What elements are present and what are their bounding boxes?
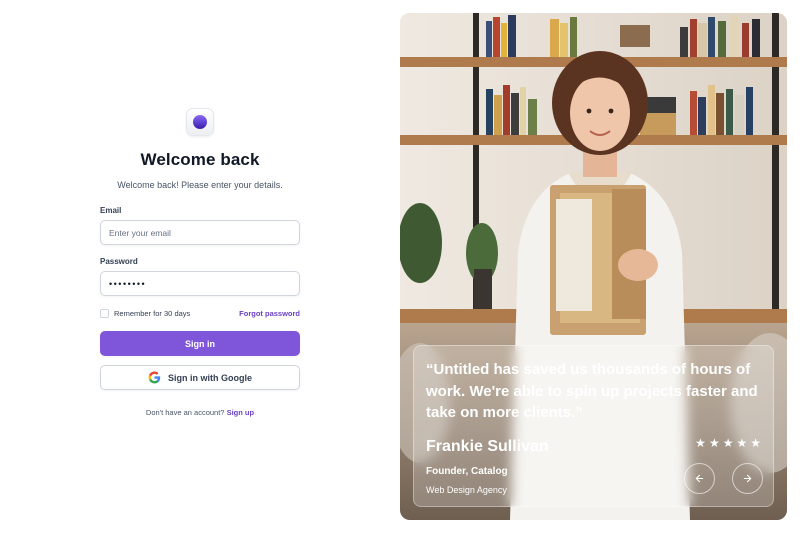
google-icon	[148, 371, 161, 384]
rating-stars: ★ ★ ★ ★ ★	[695, 437, 761, 449]
forgot-password-link[interactable]: Forgot password	[239, 309, 300, 318]
page-subtitle: Welcome back! Please enter your details.	[117, 180, 283, 190]
arrow-left-icon	[695, 474, 704, 483]
arrow-right-icon	[743, 474, 752, 483]
sign-up-link[interactable]: Sign up	[227, 408, 255, 417]
testimonial-company: Web Design Agency	[426, 485, 507, 495]
star-icon: ★	[708, 436, 720, 450]
signup-prompt-text: Don't have an account?	[145, 408, 225, 417]
password-label: Password	[100, 257, 138, 266]
star-icon: ★	[736, 436, 748, 450]
google-sign-in-label: Sign in with Google	[168, 372, 252, 383]
testimonial-card: “Untitled has saved us thousands of hour…	[413, 345, 774, 507]
login-form: Welcome back Welcome back! Please enter …	[100, 108, 300, 417]
testimonial-panel: “Untitled has saved us thousands of hour…	[400, 13, 787, 520]
star-icon: ★	[750, 436, 761, 450]
sign-in-button[interactable]: Sign in	[100, 331, 300, 356]
signup-prompt: Don't have an account? Sign up	[100, 408, 300, 417]
remember-checkbox[interactable]	[100, 309, 109, 318]
star-icon: ★	[695, 436, 706, 450]
remember-option: Remember for 30 days	[100, 309, 190, 318]
logo-icon	[186, 108, 214, 136]
password-field[interactable]	[100, 271, 300, 296]
testimonial-author: Frankie Sullivan	[426, 438, 549, 455]
remember-label: Remember for 30 days	[114, 309, 191, 318]
options-row: Remember for 30 days Forgot password	[100, 309, 300, 318]
previous-testimonial-button[interactable]	[684, 463, 715, 494]
email-label: Email	[100, 206, 122, 215]
email-field[interactable]	[100, 220, 300, 245]
testimonial-role: Founder, Catalog	[426, 466, 508, 477]
page-title: Welcome back	[140, 150, 260, 169]
login-page: Welcome back Welcome back! Please enter …	[0, 0, 800, 533]
testimonial-quote: “Untitled has saved us thousands of hour…	[426, 361, 758, 421]
next-testimonial-button[interactable]	[732, 463, 763, 494]
google-sign-in-button[interactable]: Sign in with Google	[100, 365, 300, 390]
star-icon: ★	[722, 436, 734, 450]
